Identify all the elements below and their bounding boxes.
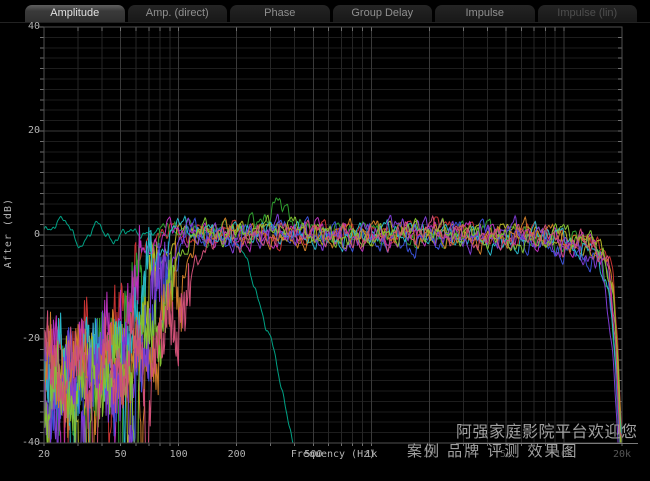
x-tick-label: 200 xyxy=(215,449,259,460)
x-tick-label: 1k xyxy=(349,449,393,460)
y-tick-label: 0 xyxy=(12,229,40,240)
y-tick-label: 20 xyxy=(12,125,40,136)
x-tick-label: 20 xyxy=(22,449,66,460)
x-tick-label: 20k xyxy=(600,449,644,460)
y-tick-label: 40 xyxy=(12,21,40,32)
y-tick-label: -40 xyxy=(12,437,40,448)
x-tick-label: 100 xyxy=(157,449,201,460)
x-tick-label: 50 xyxy=(99,449,143,460)
y-tick-label: -20 xyxy=(12,333,40,344)
measurement-app-window: Amplitude Amp. (direct) Phase Group Dela… xyxy=(0,0,650,481)
watermark-line-2: 案例 品牌 评测 效果图 xyxy=(407,440,579,461)
x-tick-label: 500 xyxy=(291,449,335,460)
frequency-response-plot[interactable] xyxy=(0,0,650,481)
